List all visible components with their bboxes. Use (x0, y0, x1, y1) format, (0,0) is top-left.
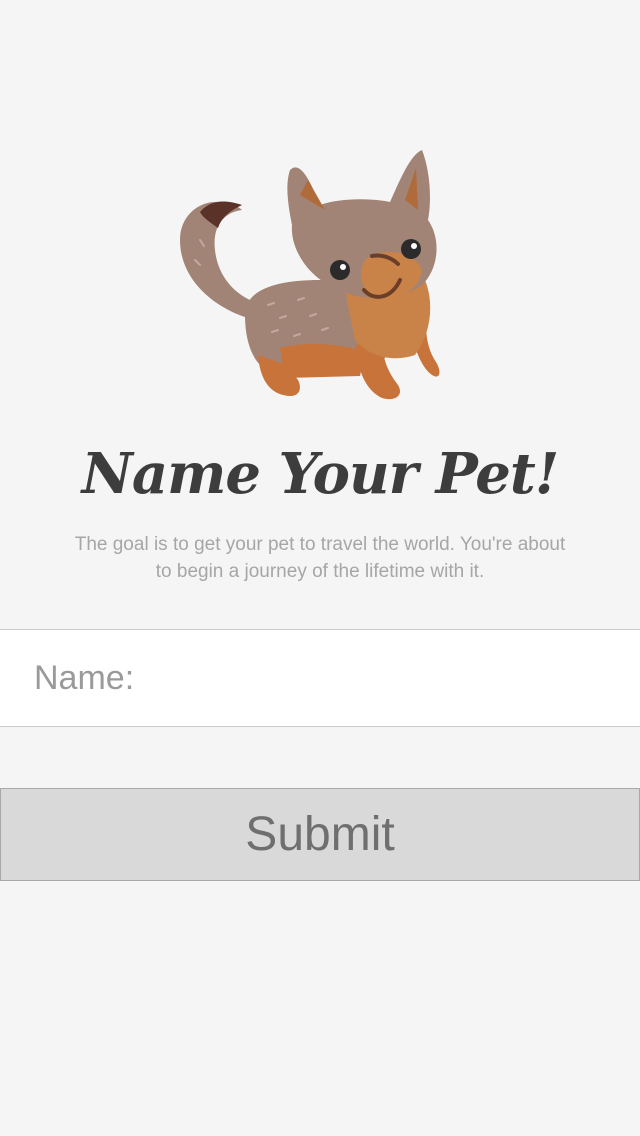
submit-button[interactable]: Submit (0, 788, 640, 881)
fox-pet-illustration (160, 140, 460, 410)
page-subtitle: The goal is to get your pet to travel th… (74, 534, 566, 582)
name-input[interactable] (140, 647, 620, 709)
page-title: Name Your Pet! (81, 441, 560, 507)
name-form-row: Name: (0, 629, 640, 727)
fox-icon (180, 150, 440, 400)
name-label: Name: (34, 658, 135, 697)
